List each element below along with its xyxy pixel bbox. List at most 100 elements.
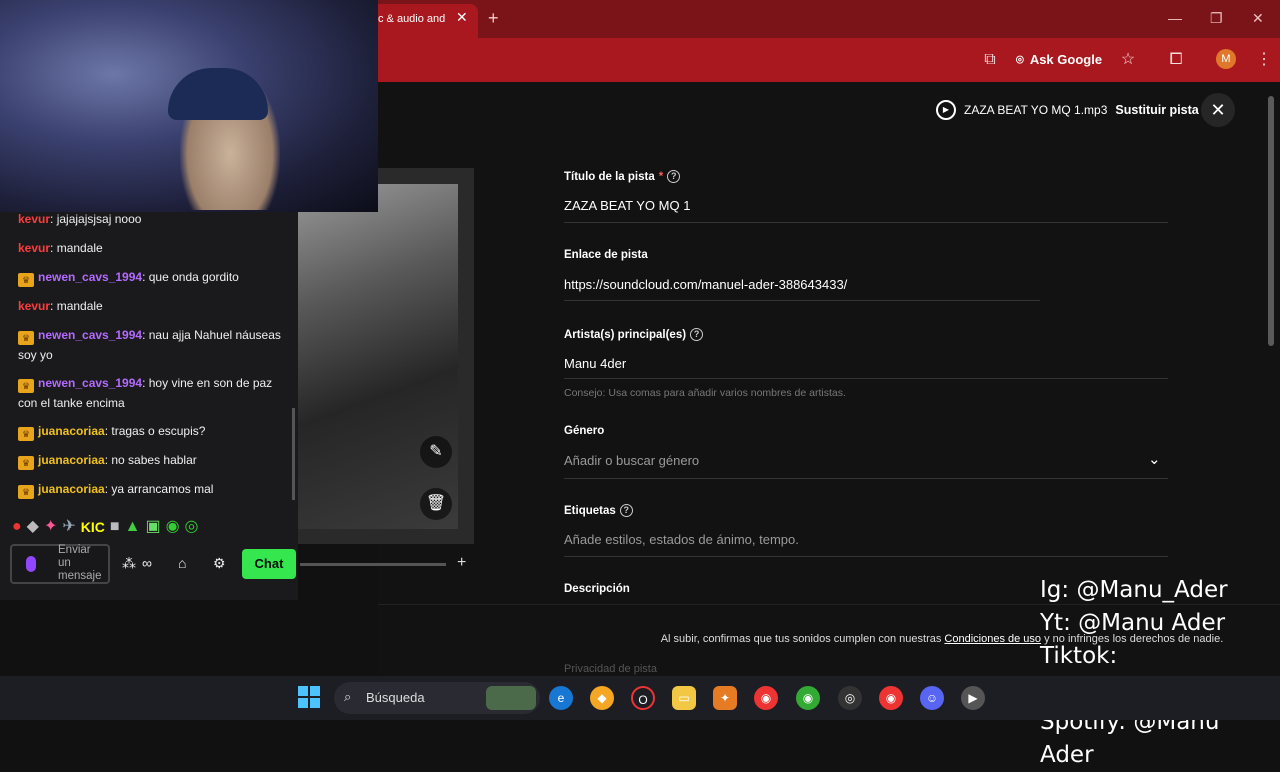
terms-of-use-link[interactable]: Condiciones de uso	[944, 633, 1041, 645]
chat-text: : mandale	[50, 241, 103, 255]
chrome-profile-icon[interactable]: ◉	[879, 686, 903, 710]
emote-icon[interactable]: ◆	[27, 516, 39, 538]
bits-icon[interactable]: ⁂	[122, 555, 136, 572]
title-input[interactable]: ZAZA BEAT YO MQ 1	[564, 198, 690, 213]
profile-avatar[interactable]: M	[1216, 49, 1236, 69]
chat-username[interactable]: kevur	[18, 212, 50, 226]
opera-icon[interactable]: O	[631, 686, 655, 710]
chat-username[interactable]: kevur	[18, 299, 50, 313]
emote-icon[interactable]: ◎	[185, 516, 199, 538]
crown-badge-icon: ♛	[18, 379, 34, 393]
chat-text: : ya arrancamos mal	[104, 482, 214, 496]
tab-close-icon[interactable]: ✕	[456, 10, 470, 24]
browser-menu-icon[interactable]: ⋮	[1254, 50, 1274, 70]
chat-message: ♛ juanacoriaa: tragas o escupis?	[18, 422, 288, 442]
edit-artwork-pencil-icon[interactable]: ✎	[420, 436, 452, 468]
artwork-zoom-slider[interactable]	[300, 563, 446, 566]
play-icon[interactable]: ▶	[936, 100, 956, 120]
chrome-profile-icon[interactable]: ◉	[796, 686, 820, 710]
chat-username[interactable]: newen_cavs_1994	[38, 270, 142, 284]
chat-message: ♛ newen_cavs_1994: que onda gordito	[18, 268, 288, 288]
artist-underline	[564, 378, 1168, 379]
close-window-button[interactable]: ✕	[1252, 10, 1264, 27]
emote-icon[interactable]: ▣	[145, 516, 160, 538]
file-name: ZAZA BEAT YO MQ 1.mp3	[964, 103, 1108, 117]
close-upload-button[interactable]: ✕	[1201, 93, 1235, 127]
title-label: Título de la pista * ?	[564, 170, 681, 183]
new-tab-button[interactable]: +	[488, 8, 499, 29]
artist-input[interactable]: Manu 4der	[564, 356, 626, 371]
crown-badge-icon: ♛	[18, 273, 34, 287]
track-artwork: ✎ 🗑	[298, 168, 474, 544]
chat-username[interactable]: newen_cavs_1994	[38, 328, 142, 342]
chevron-down-icon[interactable]: ⌄	[1148, 450, 1161, 468]
chat-text: : que onda gordito	[142, 270, 239, 284]
settings-gear-icon[interactable]: ⚙	[213, 555, 226, 572]
file-explorer-icon[interactable]: ▭	[672, 686, 696, 710]
emote-icon[interactable]: ■	[110, 516, 120, 538]
required-mark: *	[658, 170, 664, 183]
chat-username[interactable]: juanacoriaa	[38, 482, 105, 496]
emote-icon[interactable]: ▲	[125, 516, 141, 538]
media-player-icon[interactable]: ▶	[961, 686, 985, 710]
maximize-button[interactable]: ❐	[1210, 10, 1223, 27]
chat-username[interactable]: juanacoriaa	[38, 453, 105, 467]
genre-label: Género	[564, 425, 605, 437]
link-input[interactable]: https://soundcloud.com/manuel-ader-38864…	[564, 277, 847, 292]
help-icon[interactable]: ?	[667, 170, 681, 183]
infinity-icon[interactable]: ∞	[142, 555, 152, 571]
chat-message: ♛ juanacoriaa: no sabes hablar	[18, 451, 288, 471]
genre-underline	[564, 478, 1168, 479]
brave-icon[interactable]: ◆	[590, 686, 614, 710]
page-scrollbar[interactable]	[1268, 96, 1274, 346]
google-lens-icon: ⌾	[1016, 52, 1024, 67]
weather-widget-icon[interactable]	[486, 686, 536, 710]
chat-message: kevur: jajajajsjsaj nooo	[18, 210, 288, 230]
chat-message: kevur: mandale	[18, 239, 288, 259]
artwork-image	[298, 184, 458, 529]
emote-icon[interactable]: ✦	[44, 516, 57, 538]
chat-username[interactable]: kevur	[18, 241, 50, 255]
zoom-in-icon[interactable]: +	[457, 554, 466, 572]
store-icon[interactable]: ⌂	[178, 555, 186, 571]
edge-icon[interactable]: e	[549, 686, 573, 710]
chat-message: ♛ juanacoriaa: ya arrancamos mal	[18, 480, 288, 500]
chat-username[interactable]: newen_cavs_1994	[38, 376, 142, 390]
extensions-icon[interactable]: ⧠	[1166, 50, 1186, 70]
ask-google-button[interactable]: ⌾ Ask Google	[1016, 48, 1102, 72]
emote-icon[interactable]: ◉	[166, 516, 180, 538]
emote-bar: ● ◆ ✦ ✈ KIC ■ ▲ ▣ ◉ ◎	[12, 516, 272, 538]
crown-badge-icon: ♛	[18, 456, 34, 470]
emote-icon[interactable]: ●	[12, 516, 22, 538]
chat-message-input[interactable]: Enviar un mensaje	[10, 544, 110, 584]
chat-text: : tragas o escupis?	[104, 424, 206, 438]
delete-artwork-trash-icon[interactable]: 🗑	[420, 488, 452, 520]
app-icon[interactable]: ◎	[838, 686, 862, 710]
minimize-button[interactable]: —	[1168, 10, 1182, 26]
chat-username[interactable]: juanacoriaa	[38, 424, 105, 438]
crown-badge-icon: ♛	[18, 427, 34, 441]
discord-icon[interactable]: ☺	[920, 686, 944, 710]
chat-scrollbar[interactable]	[292, 408, 295, 500]
bookmark-star-icon[interactable]: ☆	[1118, 50, 1138, 70]
tags-input[interactable]: Añade estilos, estados de ánimo, tempo.	[564, 532, 799, 547]
emote-icon[interactable]: ✈	[62, 516, 75, 538]
windows-start-icon[interactable]	[298, 686, 320, 708]
title-underline	[564, 222, 1168, 223]
chat-input-placeholder: Enviar un mensaje	[58, 544, 102, 582]
fl-studio-icon[interactable]: ✦	[713, 686, 737, 710]
microphone-icon[interactable]	[26, 556, 36, 572]
genre-select[interactable]: Añadir o buscar género	[564, 453, 699, 468]
link-underline	[564, 300, 1040, 301]
help-icon[interactable]: ?	[619, 504, 633, 517]
description-label: Descripción	[564, 583, 630, 595]
chat-text: : mandale	[50, 299, 103, 313]
link-label: Enlace de pista	[564, 249, 648, 261]
replace-track-button[interactable]: Sustituir pista	[1115, 103, 1198, 117]
chrome-icon[interactable]: ◉	[754, 686, 778, 710]
help-icon[interactable]: ?	[690, 328, 704, 341]
emote-text[interactable]: KIC	[81, 516, 105, 538]
tab-title: c & audio and	[378, 13, 446, 25]
install-app-icon[interactable]: ⧉	[980, 50, 1000, 70]
chat-send-button[interactable]: Chat	[242, 549, 296, 579]
